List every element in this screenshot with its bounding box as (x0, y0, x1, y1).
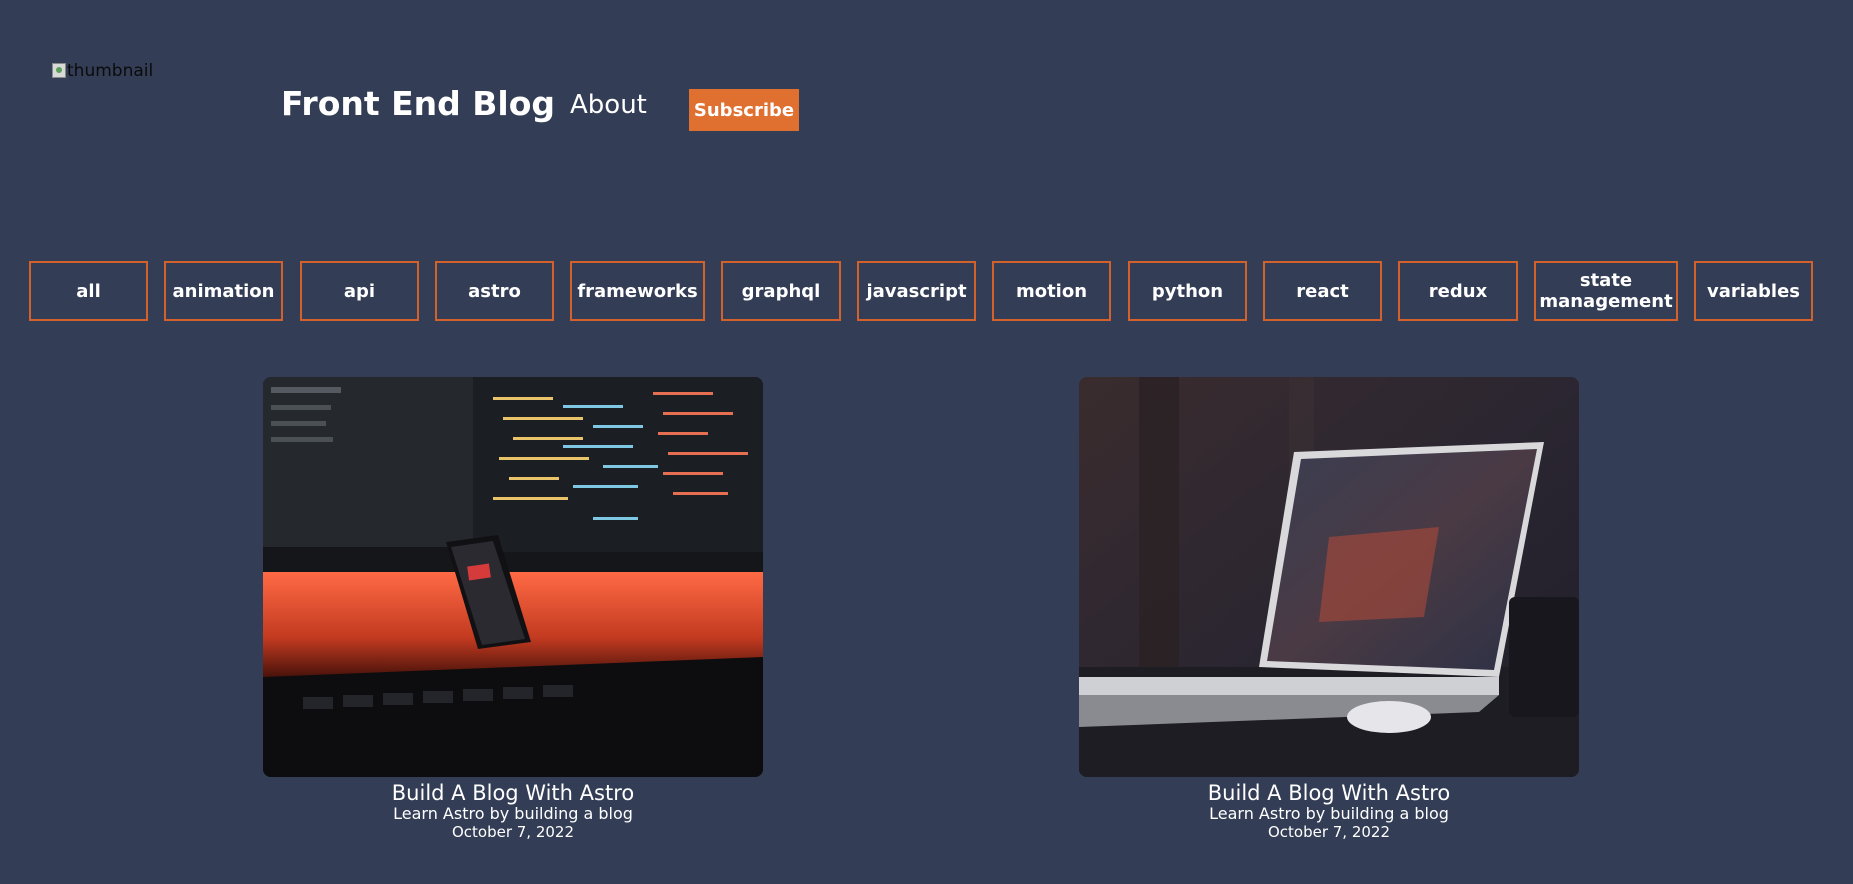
tag-api[interactable]: api (300, 261, 419, 321)
tag-animation[interactable]: animation (164, 261, 283, 321)
tag-graphql[interactable]: graphql (721, 261, 841, 321)
tag-javascript[interactable]: javascript (857, 261, 976, 321)
post-thumbnail[interactable] (263, 377, 763, 777)
tag-motion[interactable]: motion (992, 261, 1111, 321)
tag-state-management[interactable]: state management (1534, 261, 1678, 321)
post-title[interactable]: Build A Blog With Astro (263, 781, 763, 805)
nav-about-link[interactable]: About (570, 91, 647, 120)
post-card[interactable]: Build A Blog With Astro Learn Astro by b… (1079, 377, 1579, 841)
tag-frameworks[interactable]: frameworks (570, 261, 705, 321)
tag-all[interactable]: all (29, 261, 148, 321)
tag-redux[interactable]: redux (1398, 261, 1518, 321)
tag-variables[interactable]: variables (1694, 261, 1813, 321)
post-description: Learn Astro by building a blog (393, 804, 633, 824)
post-thumbnail[interactable] (1079, 377, 1579, 777)
post-card[interactable]: Build A Blog With Astro Learn Astro by b… (263, 377, 763, 841)
tag-python[interactable]: python (1128, 261, 1247, 321)
logo-alt-text: thumbnail (67, 61, 154, 81)
site-title[interactable]: Front End Blog (281, 85, 555, 122)
post-date: October 7, 2022 (1267, 822, 1391, 841)
tag-react[interactable]: react (1263, 261, 1382, 321)
logo-thumbnail[interactable]: thumbnail (52, 61, 153, 81)
post-date: October 7, 2022 (451, 822, 575, 841)
subscribe-button[interactable]: Subscribe (689, 89, 799, 131)
broken-image-icon (52, 63, 66, 78)
post-description: Learn Astro by building a blog (1209, 804, 1449, 824)
tag-astro[interactable]: astro (435, 261, 554, 321)
post-title[interactable]: Build A Blog With Astro (1079, 781, 1579, 805)
